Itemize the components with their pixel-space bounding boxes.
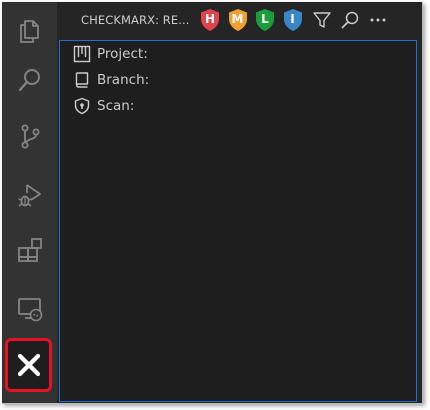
search-button[interactable] <box>339 9 361 31</box>
branch-book-icon <box>73 71 91 89</box>
activity-remote-explorer[interactable] <box>2 280 57 336</box>
activity-run-debug[interactable] <box>2 166 57 222</box>
vscode-window: CHECKMARX: RE... H M L I Project: Branch… <box>2 2 423 404</box>
search-icon <box>18 69 40 92</box>
medium-severity-letter: M <box>231 12 244 26</box>
sidebar-title: CHECKMARX: RE... <box>81 13 190 27</box>
results-tree: Project: Branch: Scan: <box>59 40 417 402</box>
activity-explorer[interactable] <box>2 2 57 58</box>
project-icon <box>73 45 91 63</box>
high-severity-letter: H <box>204 12 216 26</box>
scan-shield-icon <box>73 97 91 115</box>
filter-high-button[interactable]: H <box>199 8 221 32</box>
filter-info-button[interactable]: I <box>282 8 304 32</box>
tree-item-label: Branch: <box>97 72 150 88</box>
search-icon <box>341 11 359 29</box>
source-control-icon <box>21 124 39 149</box>
extensions-icon <box>17 238 42 262</box>
tree-item-branch[interactable]: Branch: <box>73 69 149 91</box>
run-debug-icon <box>17 184 41 207</box>
more-actions-button[interactable] <box>367 9 389 31</box>
tree-item-scan[interactable]: Scan: <box>73 95 134 117</box>
filter-button[interactable] <box>311 9 333 31</box>
activity-search[interactable] <box>2 52 57 108</box>
tree-item-label: Scan: <box>97 98 135 114</box>
info-severity-letter: I <box>290 12 295 26</box>
screenshot-frame: CHECKMARX: RE... H M L I Project: Branch… <box>0 0 430 410</box>
checkmarx-icon <box>17 353 40 377</box>
tree-item-project[interactable]: Project: <box>73 43 148 65</box>
activity-extensions[interactable] <box>2 222 57 278</box>
header-actions: H M L I <box>199 8 393 32</box>
tree-item-label: Project: <box>97 46 148 62</box>
activity-checkmarx[interactable] <box>5 338 52 392</box>
low-severity-letter: L <box>261 12 269 26</box>
activity-bar <box>2 2 57 403</box>
filter-icon <box>313 12 331 28</box>
more-icon <box>370 18 386 22</box>
remote-explorer-icon <box>17 298 42 322</box>
filter-low-button[interactable]: L <box>254 8 276 32</box>
files-icon <box>19 20 39 43</box>
activity-source-control[interactable] <box>2 108 57 164</box>
filter-medium-button[interactable]: M <box>227 8 249 32</box>
